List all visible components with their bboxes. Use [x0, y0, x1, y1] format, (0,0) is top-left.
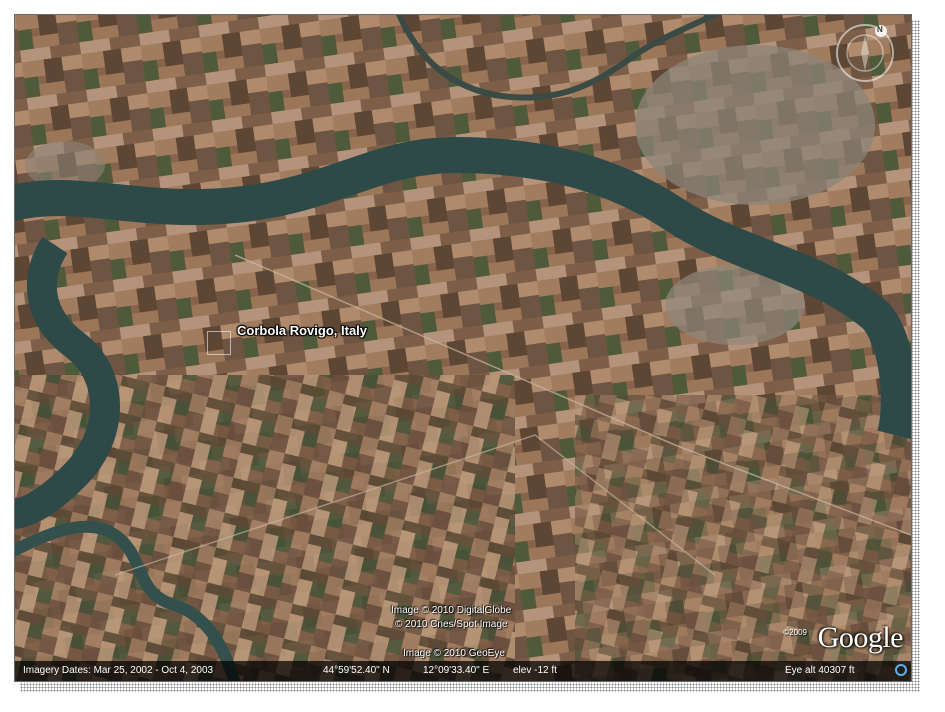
place-label[interactable]: Corbola Rovigo, Italy [237, 323, 367, 338]
status-circle-icon [895, 664, 907, 676]
credit-line-2: © 2010 Cnes/Spot Image [395, 619, 508, 630]
elevation-readout: elev -12 ft [513, 665, 557, 676]
credit-line-3: Image © 2010 GeoEye [403, 648, 505, 659]
satellite-map[interactable]: Corbola Rovigo, Italy N Image © 2010 Dig… [14, 14, 912, 682]
place-marker[interactable] [207, 331, 231, 355]
google-logo: Google [817, 621, 904, 654]
terrain [15, 15, 911, 681]
credit-line-1: Image © 2010 DigitalGlobe [391, 605, 512, 616]
compass-north-label: N [877, 25, 883, 34]
logo-year: ©2009 [783, 628, 807, 637]
imagery-dates: Imagery Dates: Mar 25, 2002 - Oct 4, 200… [23, 665, 214, 676]
longitude-readout: 12°09'33.40" E [423, 665, 490, 676]
eye-altitude-readout: Eye alt 40307 ft [785, 665, 855, 676]
compass-icon[interactable]: N [833, 21, 897, 85]
status-bar: Imagery Dates: Mar 25, 2002 - Oct 4, 200… [15, 661, 911, 681]
latitude-readout: 44°59'52.40" N [323, 665, 390, 676]
